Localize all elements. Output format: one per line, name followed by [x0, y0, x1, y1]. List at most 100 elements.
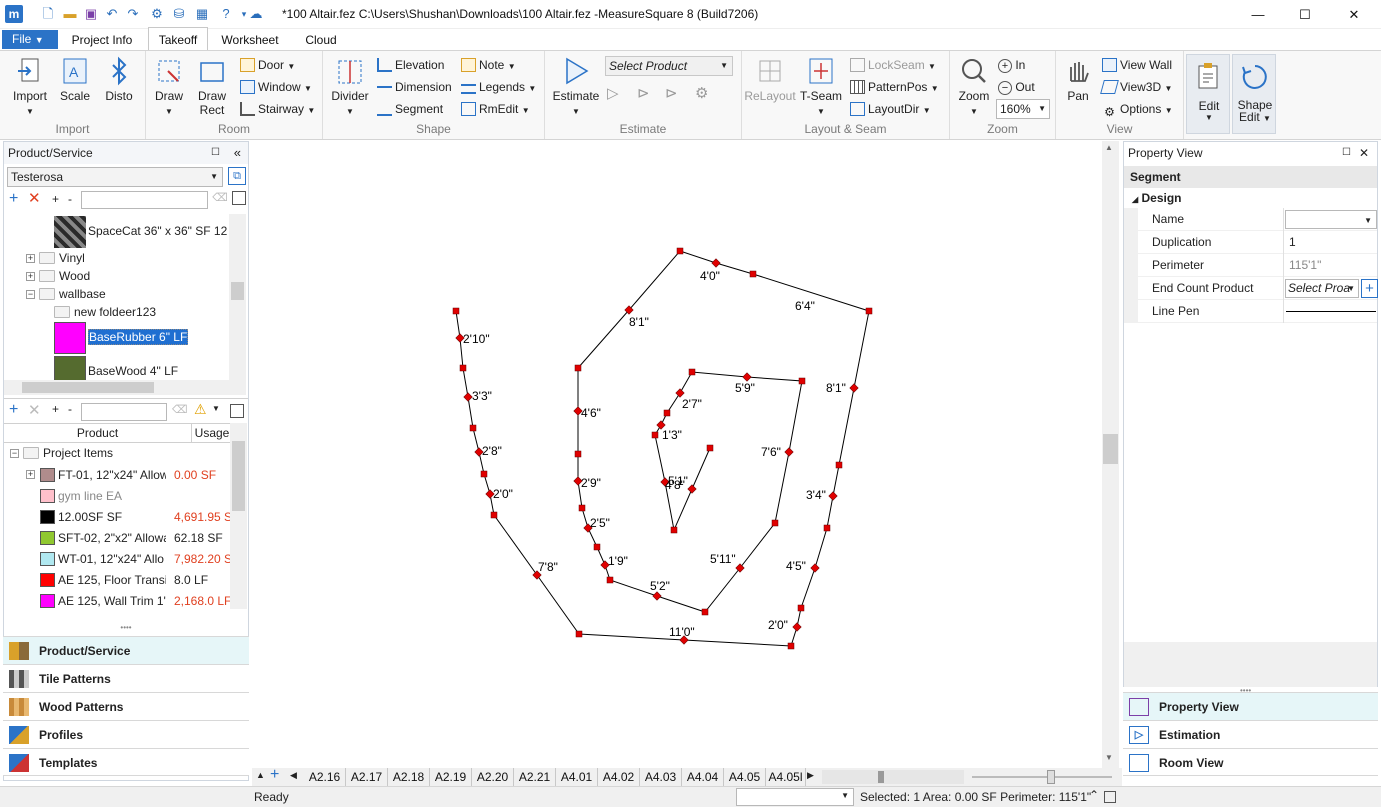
tree-hscrollbar[interactable] [4, 380, 246, 395]
column-header-usage[interactable]: Usage [192, 424, 232, 442]
collapse-all-icon[interactable]: - [68, 190, 72, 208]
vertex-handle[interactable] [459, 364, 467, 372]
expand-icon[interactable]: + [26, 254, 35, 263]
vertex-handle[interactable] [798, 377, 806, 385]
scroll-thumb[interactable] [1103, 434, 1118, 464]
table-row[interactable]: WT-01, 12"x24" Allo 7,982.20 SF [4, 549, 230, 570]
midpoint-handle[interactable] [742, 372, 752, 382]
draw-button[interactable]: Draw ▼ [150, 55, 188, 117]
line-pen-preview[interactable] [1286, 311, 1376, 312]
pan-button[interactable]: Pan [1060, 55, 1096, 103]
table-row[interactable]: gym line EA [4, 486, 230, 507]
add-icon[interactable]: + [9, 190, 18, 208]
table-row[interactable]: 12.00SF SF 4,691.95 SF [4, 507, 230, 528]
midpoint-handle[interactable] [828, 491, 838, 501]
clear-search-icon[interactable]: ⌫ [212, 191, 228, 207]
vertex-handle[interactable] [490, 511, 498, 519]
midpoint-handle[interactable] [463, 392, 473, 402]
add-icon[interactable]: + [9, 401, 18, 419]
vertex-handle[interactable] [469, 424, 477, 432]
collapse-all-icon[interactable]: - [68, 402, 72, 416]
vertex-handle[interactable] [701, 608, 709, 616]
sheet-tab[interactable]: A4.05l [766, 768, 806, 786]
sheet-tab[interactable]: A2.21 [514, 768, 556, 786]
nav-wood-patterns[interactable]: Wood Patterns [3, 692, 249, 720]
new-file-icon[interactable]: 🗋 [40, 6, 56, 22]
float-icon[interactable]: ☐ [211, 142, 220, 164]
midpoint-handle[interactable] [652, 591, 662, 601]
midpoint-handle[interactable] [792, 622, 802, 632]
note-button[interactable]: Note ▼ [461, 56, 516, 74]
table-row[interactable]: SFT-02, 2"x2" Allowa 62.18 SF [4, 528, 230, 549]
splitter-grip[interactable]: •••• [4, 624, 248, 632]
disto-button[interactable]: Disto [100, 55, 138, 103]
table-row[interactable]: AE 125, Wall Trim 1" 2,168.0 LF [4, 591, 230, 608]
canvas-vscrollbar[interactable]: ▲ ▼ [1102, 141, 1119, 768]
end-count-product-dropdown[interactable]: Select Proa ▼ [1285, 279, 1359, 298]
vertex-handle[interactable] [663, 409, 671, 417]
vertex-handle[interactable] [480, 470, 488, 478]
view-wall-button[interactable]: View Wall [1102, 56, 1172, 74]
sheet-nav-up-icon[interactable]: ▲ [256, 770, 265, 780]
vertex-handle[interactable] [574, 450, 582, 458]
help-icon[interactable]: ? [218, 6, 234, 22]
grid-view-icon[interactable] [232, 191, 246, 205]
nav-room-view[interactable]: Room View [1123, 748, 1378, 776]
zoom-in-button[interactable]: + In [998, 56, 1025, 74]
sheet-tab[interactable]: A4.04 [682, 768, 724, 786]
collapse-up-icon[interactable]: ⌃ [1089, 788, 1099, 802]
catalog-3d-icon[interactable]: ⧉ [228, 167, 246, 185]
nav-estimation[interactable]: ▷ Estimation [1123, 720, 1378, 748]
estimate-button[interactable]: Estimate ▼ [551, 55, 601, 117]
scroll-down-icon[interactable]: ▼ [1105, 753, 1113, 762]
vertex-handle[interactable] [823, 524, 831, 532]
select-product-dropdown[interactable]: Select Product ▼ [605, 56, 733, 76]
divider-button[interactable]: Divider ▼ [329, 55, 371, 117]
sheet-tab[interactable]: A4.02 [598, 768, 640, 786]
drawing-canvas[interactable]: 4'0" 6'4" 8'1" 8'1" 2'10" 3'3" 2'8" 2'0" 7'8" 4'6… [252, 141, 1102, 768]
zoom-level-dropdown[interactable]: 160% ▼ [996, 99, 1050, 119]
zoom-slider-track[interactable] [972, 776, 1112, 778]
tree-item-baserubber[interactable]: BaseRubber 6" LF [54, 321, 189, 354]
draw-rect-button[interactable]: Draw Rect [192, 55, 232, 117]
sheet-tab[interactable]: A2.20 [472, 768, 514, 786]
items-vscrollbar[interactable] [230, 423, 247, 609]
file-menu-button[interactable]: File ▼ [2, 30, 58, 49]
vertex-handle[interactable] [706, 444, 714, 452]
nav-tile-patterns[interactable]: Tile Patterns [3, 664, 249, 692]
warning-icon[interactable]: ⚠ [194, 401, 207, 418]
delete-icon[interactable]: ✕ [28, 401, 41, 419]
sheet-tab[interactable]: A4.03 [640, 768, 682, 786]
project-items-root[interactable]: − Project Items [10, 444, 113, 462]
estimate-region-icon[interactable]: ⊳ [665, 85, 678, 103]
midpoint-handle[interactable] [675, 388, 685, 398]
view3d-button[interactable]: View3D ▼ [1100, 78, 1172, 96]
vertex-handle[interactable] [575, 630, 583, 638]
midpoint-handle[interactable] [687, 484, 697, 494]
minimize-button[interactable]: — [1243, 4, 1273, 26]
close-icon[interactable]: ✕ [1359, 142, 1369, 164]
tseam-button[interactable]: T-Seam ▼ [800, 55, 842, 117]
edit-button[interactable]: Edit ▼ [1186, 54, 1230, 134]
property-section-design[interactable]: ◢ Design [1124, 188, 1377, 208]
product-search-input[interactable] [81, 191, 208, 209]
collapse-icon[interactable]: − [10, 449, 19, 458]
vertex-handle[interactable] [606, 576, 614, 584]
tab-project-info[interactable]: Project Info [64, 29, 140, 51]
segment-button[interactable]: Segment [377, 100, 443, 118]
vertex-handle[interactable] [771, 519, 779, 527]
table-row[interactable]: + FT-01, 12"x24" Allow 0.00 SF [4, 465, 230, 486]
dimension-button[interactable]: Dimension [377, 78, 452, 96]
midpoint-handle[interactable] [810, 563, 820, 573]
nav-product-service[interactable]: Product/Service [3, 636, 249, 664]
open-folder-icon[interactable]: ▬ [62, 6, 78, 22]
window-button[interactable]: Window ▼ [240, 78, 312, 96]
status-dropdown[interactable]: ▼ [736, 788, 854, 806]
tab-cloud[interactable]: Cloud [294, 29, 348, 51]
nav-templates[interactable]: Templates [3, 748, 249, 776]
undo-icon[interactable]: ↶ [104, 6, 120, 22]
tree-item-basewood[interactable]: BaseWood 4" LF [54, 355, 178, 382]
sheet-tab[interactable]: A2.18 [388, 768, 430, 786]
midpoint-handle[interactable] [784, 447, 794, 457]
maximize-button[interactable]: ☐ [1290, 4, 1320, 26]
